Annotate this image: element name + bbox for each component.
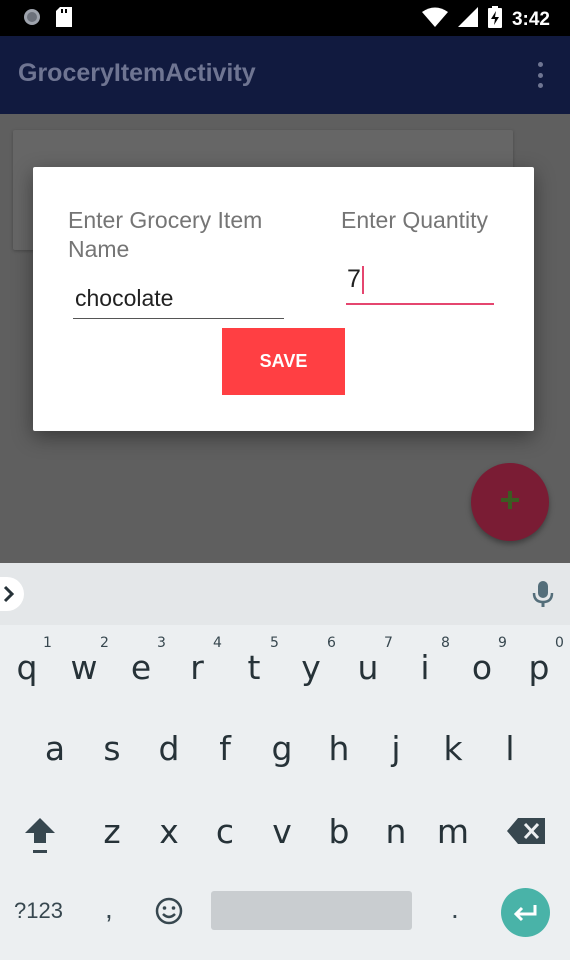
more-vert-icon[interactable] [530,62,550,88]
quantity-value: 7 [347,264,361,293]
key-z[interactable]: z [88,801,136,861]
key-hint-5: 5 [270,635,279,651]
key-g[interactable]: g [258,718,306,778]
backspace-icon[interactable] [507,818,545,849]
key-k[interactable]: k [429,718,477,778]
emoji-icon[interactable] [154,896,184,931]
key-hint-0: 0 [555,635,564,651]
add-icon [500,490,520,515]
key-d[interactable]: d [145,718,193,778]
item-name-input[interactable]: chocolate [73,279,284,319]
item-name-label: Enter Grocery Item Name [68,207,263,262]
key-hint-7: 7 [384,635,393,651]
key-hint-6: 6 [327,635,336,651]
wifi-icon [421,7,448,32]
quantity-input[interactable]: 7 [346,265,494,305]
space-key[interactable] [211,891,412,930]
text-cursor [361,266,364,294]
key-m[interactable]: m [429,801,477,861]
shift-icon[interactable] [23,816,57,861]
symbols-key[interactable]: ?123 [14,898,63,924]
key-s[interactable]: s [88,718,136,778]
quantity-label: Enter Quantity [341,207,489,233]
key-hint-4: 4 [213,635,222,651]
add-button[interactable] [471,463,549,541]
sd-card-icon [56,7,72,32]
key-hint-3: 3 [157,635,166,651]
comma-key[interactable]: , [105,893,113,925]
status-bar: 3:42 [0,0,570,36]
key-c[interactable]: c [201,801,249,861]
save-button[interactable]: SAVE [222,328,345,395]
key-n[interactable]: n [372,801,420,861]
key-f[interactable]: f [201,718,249,778]
app-bar: GroceryItemActivity [0,36,570,114]
key-hint-1: 1 [43,635,52,651]
mic-icon[interactable] [531,580,555,613]
suggestion-strip [0,563,570,625]
app-title: GroceryItemActivity [18,59,256,87]
add-item-dialog: Enter Grocery Item Name Enter Quantity c… [33,167,534,431]
clock: 3:42 [511,8,550,30]
battery-charging-icon [487,6,502,33]
key-b[interactable]: b [315,801,363,861]
chevron-right-icon[interactable] [0,577,24,611]
key-hint-9: 9 [498,635,507,651]
key-l[interactable]: l [486,718,534,778]
key-x[interactable]: x [145,801,193,861]
key-a[interactable]: a [31,718,79,778]
key-v[interactable]: v [258,801,306,861]
sync-icon [22,7,42,32]
key-hint-8: 8 [441,635,450,651]
key-h[interactable]: h [315,718,363,778]
soft-keyboard: q1w2e3r4t5y6u7i8o9p0asdfghjklzxcvbnm ?12… [0,563,570,960]
key-hint-2: 2 [100,635,109,651]
period-key[interactable]: . [451,893,459,925]
signal-icon [457,7,478,32]
enter-icon[interactable] [501,888,550,937]
item-name-value: chocolate [75,285,174,311]
key-j[interactable]: j [372,718,420,778]
